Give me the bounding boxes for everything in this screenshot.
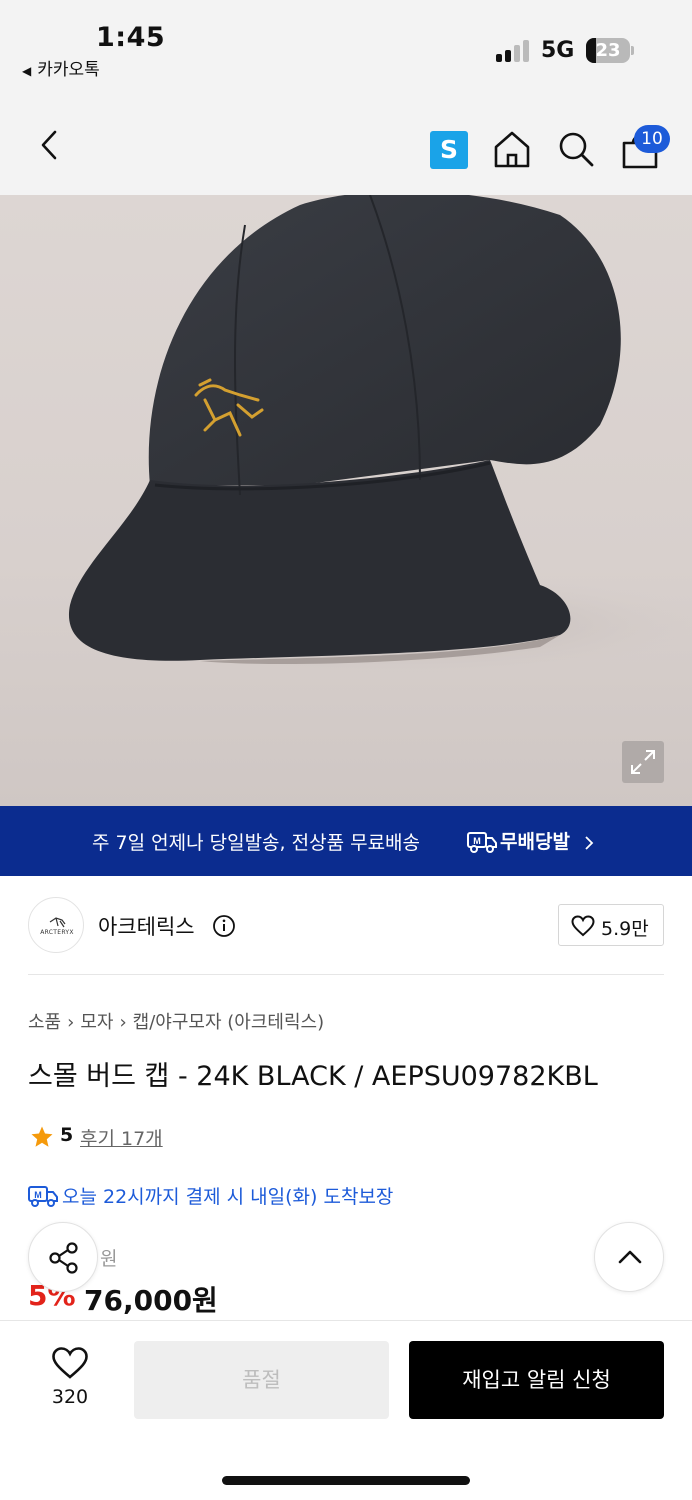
svg-text:M: M xyxy=(473,836,481,846)
product-image[interactable] xyxy=(0,195,692,806)
star-icon xyxy=(31,1126,53,1147)
banner-text: 주 7일 언제나 당일발송, 전상품 무료배송 xyxy=(92,832,421,854)
battery-cap xyxy=(631,46,634,55)
banner-badge: 무배당발 xyxy=(500,831,570,853)
home-indicator xyxy=(222,1476,470,1485)
top-navbar: S 10 xyxy=(0,95,692,195)
svg-text:M: M xyxy=(34,1190,42,1200)
brand-bird-icon xyxy=(49,917,66,928)
chevron-right-icon xyxy=(585,836,594,850)
status-time: 1:45 xyxy=(96,22,166,53)
search-icon[interactable] xyxy=(556,129,596,169)
brand-name[interactable]: 아크테릭스 xyxy=(98,911,195,941)
rating-score: 5 xyxy=(60,1124,74,1146)
restock-alert-button[interactable]: 재입고 알림 신청 xyxy=(409,1341,664,1419)
chevron-up-icon xyxy=(618,1250,642,1264)
product-title: 스몰 버드 캡 - 24K BLACK / AEPSU09782KBL xyxy=(28,1061,598,1092)
heart-outline-icon[interactable] xyxy=(51,1346,89,1380)
network-type: 5G xyxy=(541,38,575,63)
breadcrumb-item[interactable]: 캡/야구모자 (아크테릭스) xyxy=(133,1012,324,1033)
chevron-right-icon: › xyxy=(67,1012,75,1033)
heart-outline-icon xyxy=(571,915,595,937)
back-chevron-icon[interactable] xyxy=(30,125,70,165)
brand-logo[interactable]: ARCTERYX xyxy=(28,897,84,953)
battery-level: 23 xyxy=(595,40,621,61)
expand-image-button[interactable] xyxy=(622,741,664,783)
signal-icon xyxy=(496,40,532,62)
home-icon[interactable] xyxy=(492,128,532,170)
sale-price: 76,000원 xyxy=(84,1284,218,1317)
back-triangle-icon: ◀ xyxy=(22,64,32,78)
expand-icon xyxy=(631,750,655,774)
brand-like-count: 5.9만 xyxy=(601,918,649,940)
battery-icon: 23 xyxy=(586,38,630,63)
soldout-button: 품절 xyxy=(134,1341,389,1419)
status-back-to-app[interactable]: ◀ 카카오톡 xyxy=(22,55,100,80)
free-shipping-banner[interactable]: 주 7일 언제나 당일발송, 전상품 무료배송 M 무배당발 xyxy=(0,806,692,876)
divider xyxy=(28,974,664,975)
s-app-icon[interactable]: S xyxy=(430,131,468,169)
delivery-truck-icon: M xyxy=(28,1186,58,1207)
delivery-truck-icon: M xyxy=(467,832,497,853)
scroll-to-top-button[interactable] xyxy=(594,1222,664,1292)
info-icon[interactable] xyxy=(212,914,236,938)
wish-count: 320 xyxy=(51,1386,89,1408)
brand-like-button[interactable]: 5.9만 xyxy=(558,904,664,946)
review-count-link[interactable]: 후기 17개 xyxy=(80,1124,163,1151)
original-price: 원 xyxy=(100,1248,118,1270)
cap-illustration xyxy=(68,195,692,680)
status-back-label: 카카오톡 xyxy=(37,60,100,80)
breadcrumb-item[interactable]: 소품 xyxy=(28,1012,61,1033)
chevron-right-icon: › xyxy=(119,1012,127,1033)
share-icon xyxy=(49,1242,78,1274)
breadcrumb-item[interactable]: 모자 xyxy=(80,1012,113,1033)
share-button[interactable] xyxy=(28,1222,98,1292)
brand-logo-text: ARCTERYX xyxy=(40,929,74,936)
delivery-guarantee-text: 오늘 22시까지 결제 시 내일(화) 도착보장 xyxy=(62,1186,394,1208)
cart-count-badge: 10 xyxy=(634,125,670,153)
breadcrumb: 소품 › 모자 › 캡/야구모자 (아크테릭스) xyxy=(28,1008,324,1034)
status-bar: 1:45 ◀ 카카오톡 5G 23 xyxy=(0,0,692,95)
